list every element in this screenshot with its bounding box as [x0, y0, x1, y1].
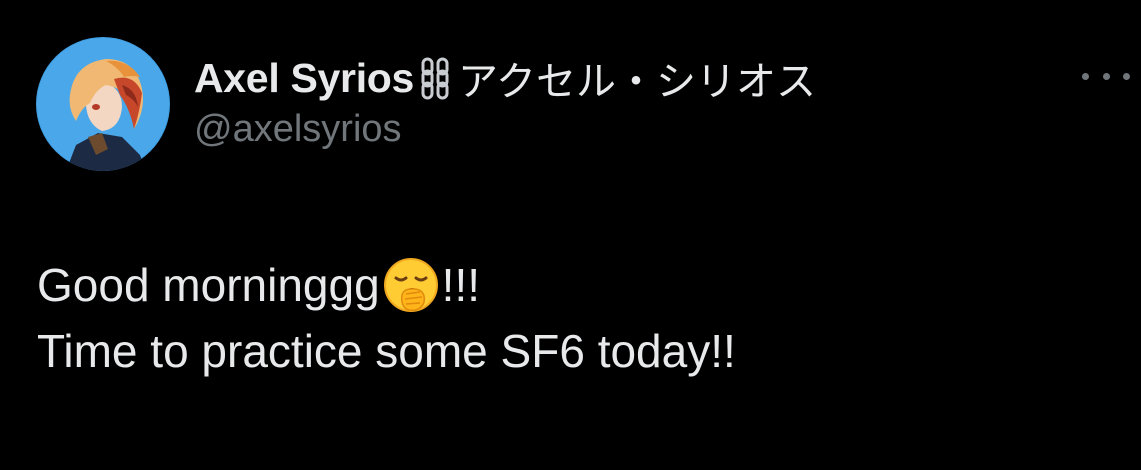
- dot: [1102, 72, 1110, 80]
- practice-text: Time to practice some SF6 today!!: [37, 325, 736, 377]
- author-name-row[interactable]: Axel Syrios アクセル・シリオス: [194, 49, 816, 107]
- dot: [1082, 72, 1089, 80]
- display-name-japanese[interactable]: アクセル・シリオス: [458, 49, 816, 107]
- display-name[interactable]: Axel Syrios: [194, 55, 414, 102]
- exclamation-text: !!!: [441, 259, 481, 311]
- chain-link-icon: [420, 56, 450, 100]
- tweet-text-line-2: Time to practice some SF6 today!!: [37, 318, 736, 384]
- greeting-text: Good morninggg: [37, 259, 380, 311]
- dot: [1123, 72, 1130, 80]
- tweet-text-line-1: Good morninggg !!!: [37, 252, 736, 318]
- yawning-face-emoji: [382, 256, 440, 314]
- avatar[interactable]: [36, 37, 170, 171]
- tweet-text: Good morninggg !!! Time to practice some…: [37, 252, 736, 384]
- tweet: Axel Syrios アクセル・シリオス @axelsyrios Good m…: [0, 0, 1141, 470]
- more-options-icon[interactable]: [1082, 62, 1130, 90]
- user-handle[interactable]: @axelsyrios: [194, 108, 402, 151]
